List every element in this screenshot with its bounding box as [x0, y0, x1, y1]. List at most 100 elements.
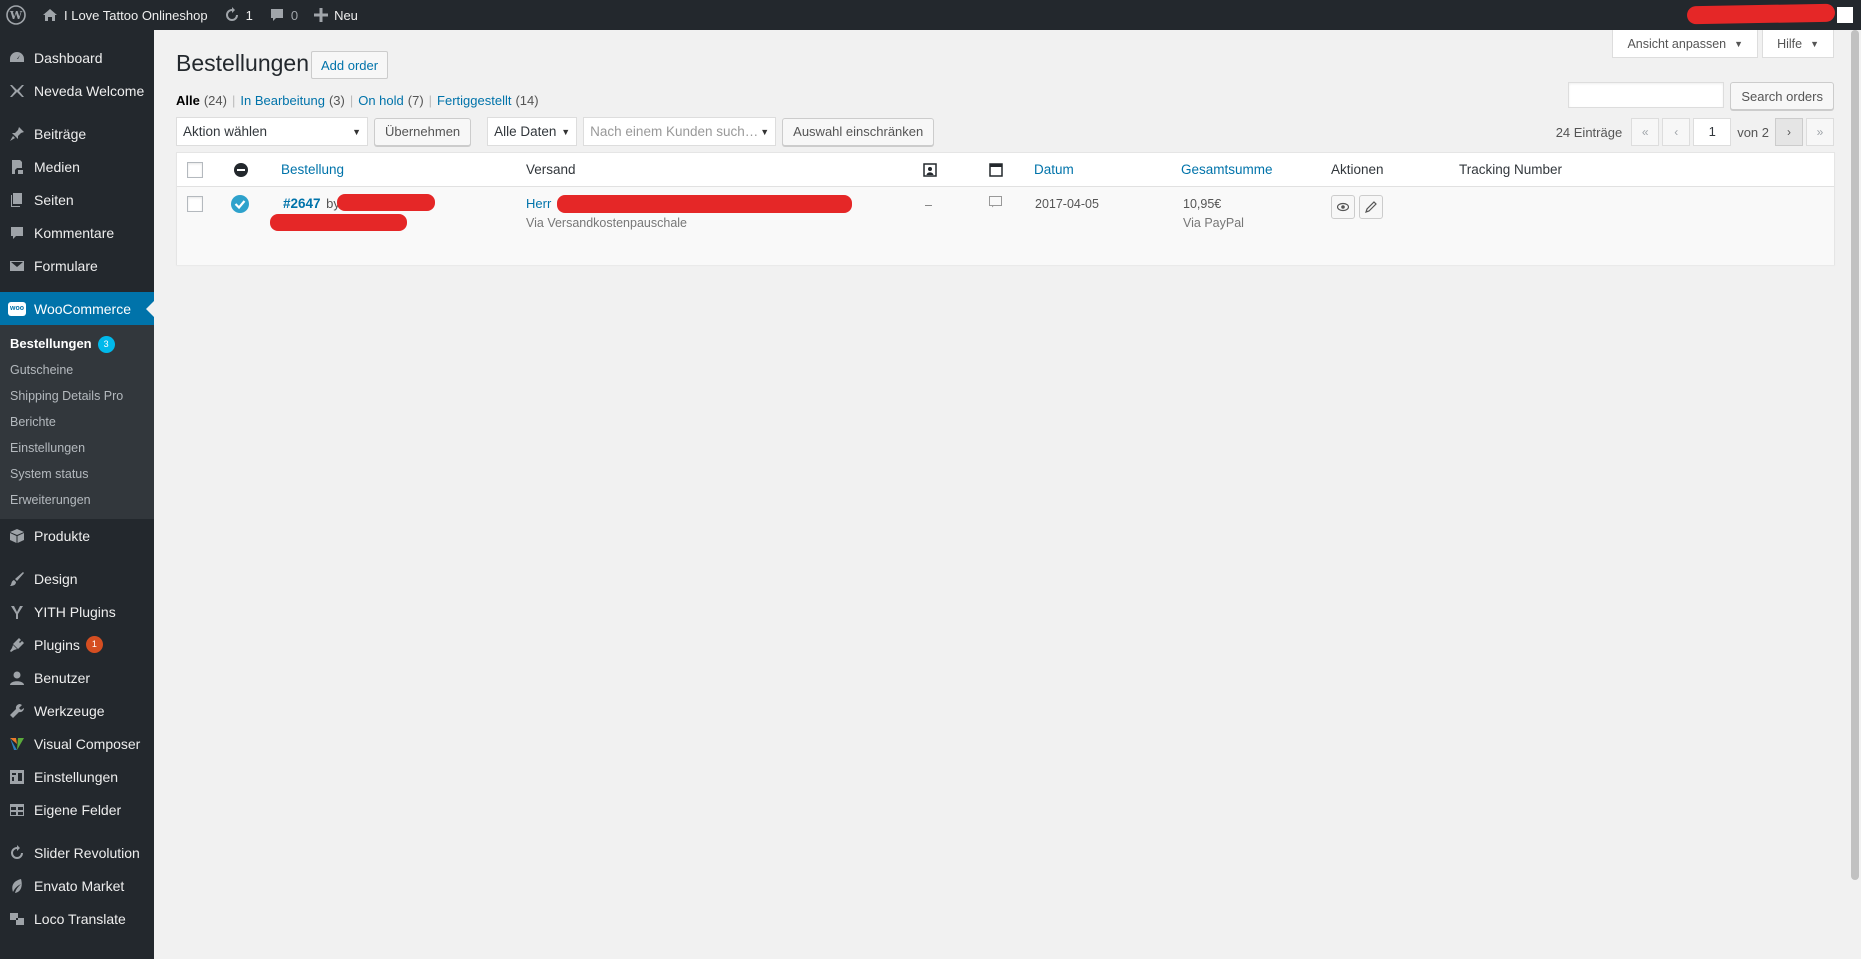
help-button[interactable]: Hilfe ▼: [1762, 30, 1834, 58]
sidebar-item-envato-market[interactable]: Envato Market: [0, 869, 154, 902]
screen-options-button[interactable]: Ansicht anpassen ▼: [1612, 30, 1759, 58]
dashboard-icon: [8, 49, 26, 67]
updates-link[interactable]: 1: [216, 0, 261, 30]
order-number-link[interactable]: #2647: [283, 196, 321, 211]
sidebar-item-einstellungen[interactable]: Einstellungen: [0, 760, 154, 793]
main-content: Ansicht anpassen ▼ Hilfe ▼ Bestellungen …: [154, 30, 1861, 959]
date-filter-value: Alle Daten: [494, 124, 557, 139]
edit-order-button[interactable]: [1359, 195, 1383, 219]
submenu-item-system-status[interactable]: System status: [0, 461, 154, 487]
sidebar-item-visual-composer[interactable]: Visual Composer: [0, 727, 154, 760]
pin-icon: [8, 125, 26, 143]
first-page-button[interactable]: «: [1631, 118, 1660, 146]
select-all-checkbox[interactable]: [187, 162, 203, 178]
orders-table: Bestellung Versand Datum Gesamtsumme Akt…: [176, 152, 1835, 265]
sidebar-item-seiten[interactable]: Seiten: [0, 183, 154, 216]
vc-icon: [8, 735, 26, 753]
site-name-link[interactable]: I Love Tattoo Onlineshop: [34, 0, 216, 30]
site-name: I Love Tattoo Onlineshop: [64, 7, 208, 23]
sidebar-item-plugins[interactable]: Plugins 1: [0, 628, 154, 661]
last-page-button[interactable]: »: [1806, 118, 1834, 146]
sidebar-item-formulare[interactable]: Formulare: [0, 249, 154, 282]
order-note-icon[interactable]: [989, 196, 1002, 208]
sidebar-item-neveda-welcome[interactable]: Neveda Welcome: [0, 74, 154, 107]
sidebar-item-dashboard[interactable]: Dashboard: [0, 41, 154, 74]
sidebar-item-werkzeuge[interactable]: Werkzeuge: [0, 694, 154, 727]
submenu-item-erweiterungen[interactable]: Erweiterungen: [0, 487, 154, 513]
sidebar-item-medien[interactable]: Medien: [0, 150, 154, 183]
prev-page-button[interactable]: ‹: [1662, 118, 1691, 146]
comments-count: 0: [290, 7, 299, 23]
customer-message-icon: [923, 163, 937, 177]
home-icon: [43, 9, 57, 21]
sidebar-item-produkte[interactable]: Produkte: [0, 519, 154, 552]
submenu-item-einstellungen[interactable]: Einstellungen: [0, 435, 154, 461]
view-fertiggestellt[interactable]: Fertiggestellt: [437, 93, 511, 108]
filter-button[interactable]: Auswahl einschränken: [782, 117, 935, 146]
status-column-icon: [234, 163, 248, 177]
wordpress-logo-icon[interactable]: W: [0, 0, 34, 30]
bulk-action-select[interactable]: Aktion wählen ▼: [176, 117, 368, 146]
view-on-hold[interactable]: On hold: [358, 93, 404, 108]
next-page-button[interactable]: ›: [1775, 118, 1803, 146]
sidebar-item-loco-translate[interactable]: Loco Translate: [0, 902, 154, 935]
add-order-button[interactable]: Add order: [311, 51, 389, 79]
plus-icon: [314, 8, 329, 22]
column-header-date[interactable]: Datum: [1034, 162, 1074, 177]
sidebar-item-yith-plugins[interactable]: YITH Plugins: [0, 595, 154, 628]
column-header-order[interactable]: Bestellung: [281, 162, 344, 177]
current-page-input[interactable]: 1: [1693, 118, 1732, 146]
tablenav-top: Aktion wählen ▼ Übernehmen Alle Daten ▼ …: [176, 117, 935, 146]
separator: |: [428, 93, 433, 108]
sidebar-item-slider-revolution[interactable]: Slider Revolution: [0, 836, 154, 869]
customer-message-empty: –: [925, 198, 932, 212]
sidebar-item-label: Visual Composer: [34, 735, 141, 752]
sidebar-item-kommentare[interactable]: Kommentare: [0, 216, 154, 249]
column-header-total[interactable]: Gesamtsumme: [1181, 162, 1273, 177]
order-total: 10,95€: [1183, 197, 1222, 211]
redacted-customer-name: [337, 194, 435, 211]
search-input[interactable]: [1568, 82, 1725, 108]
avatar[interactable]: [1837, 7, 1853, 23]
payment-method: Via PayPal: [1183, 216, 1244, 230]
wrench-icon: [8, 702, 26, 720]
date-filter-select[interactable]: Alle Daten ▼: [487, 117, 578, 146]
sidebar-item-design[interactable]: Design: [0, 562, 154, 595]
shipping-address-prefix[interactable]: Herr: [526, 196, 551, 211]
submenu-item-gutscheine[interactable]: Gutscheine: [0, 357, 154, 383]
caret-down-icon: ▼: [1810, 38, 1819, 49]
caret-down-icon: ▼: [760, 126, 770, 137]
view-count: (7): [407, 93, 424, 108]
submenu-item-bestellungen[interactable]: Bestellungen 3: [0, 331, 154, 357]
view-all[interactable]: Alle: [176, 93, 200, 108]
settings-icon: [8, 768, 26, 786]
page-title: Bestellungen: [176, 50, 309, 76]
row-checkbox[interactable]: [187, 196, 203, 212]
scrollbar-thumb[interactable]: [1851, 30, 1859, 880]
view-in-bearbeitung[interactable]: In Bearbeitung: [240, 93, 325, 108]
table-header: Bestellung Versand Datum Gesamtsumme Akt…: [177, 153, 1834, 187]
redacted-customer-email: [270, 214, 407, 231]
search-orders-button[interactable]: Search orders: [1730, 82, 1834, 110]
separator: |: [349, 93, 354, 108]
order-notes-icon: [989, 163, 1003, 177]
refresh-icon: [8, 844, 26, 862]
new-content-link[interactable]: Neu: [306, 0, 366, 30]
customer-search-select[interactable]: Nach einem Kunden such… ▼: [583, 117, 777, 146]
apply-button[interactable]: Übernehmen: [374, 117, 472, 146]
sidebar-item-beitraege[interactable]: Beiträge: [0, 117, 154, 150]
sidebar-item-eigene-felder[interactable]: Eigene Felder: [0, 793, 154, 826]
brush-icon: [8, 570, 26, 588]
caret-down-icon: ▼: [561, 126, 571, 137]
column-header-shipping: Versand: [526, 162, 576, 177]
order-title: #2647 by: [283, 196, 340, 211]
submenu-item-berichte[interactable]: Berichte: [0, 409, 154, 435]
plugins-update-badge: 1: [85, 636, 103, 653]
sidebar-item-benutzer[interactable]: Benutzer: [0, 661, 154, 694]
page-scrollbar[interactable]: [1849, 30, 1861, 959]
view-order-button[interactable]: [1331, 195, 1355, 219]
sidebar-item-woocommerce[interactable]: woo WooCommerce: [0, 292, 154, 325]
orders-count-badge: 3: [97, 336, 115, 354]
comments-link[interactable]: 0: [261, 0, 306, 30]
submenu-item-shipping-details-pro[interactable]: Shipping Details Pro: [0, 383, 154, 409]
